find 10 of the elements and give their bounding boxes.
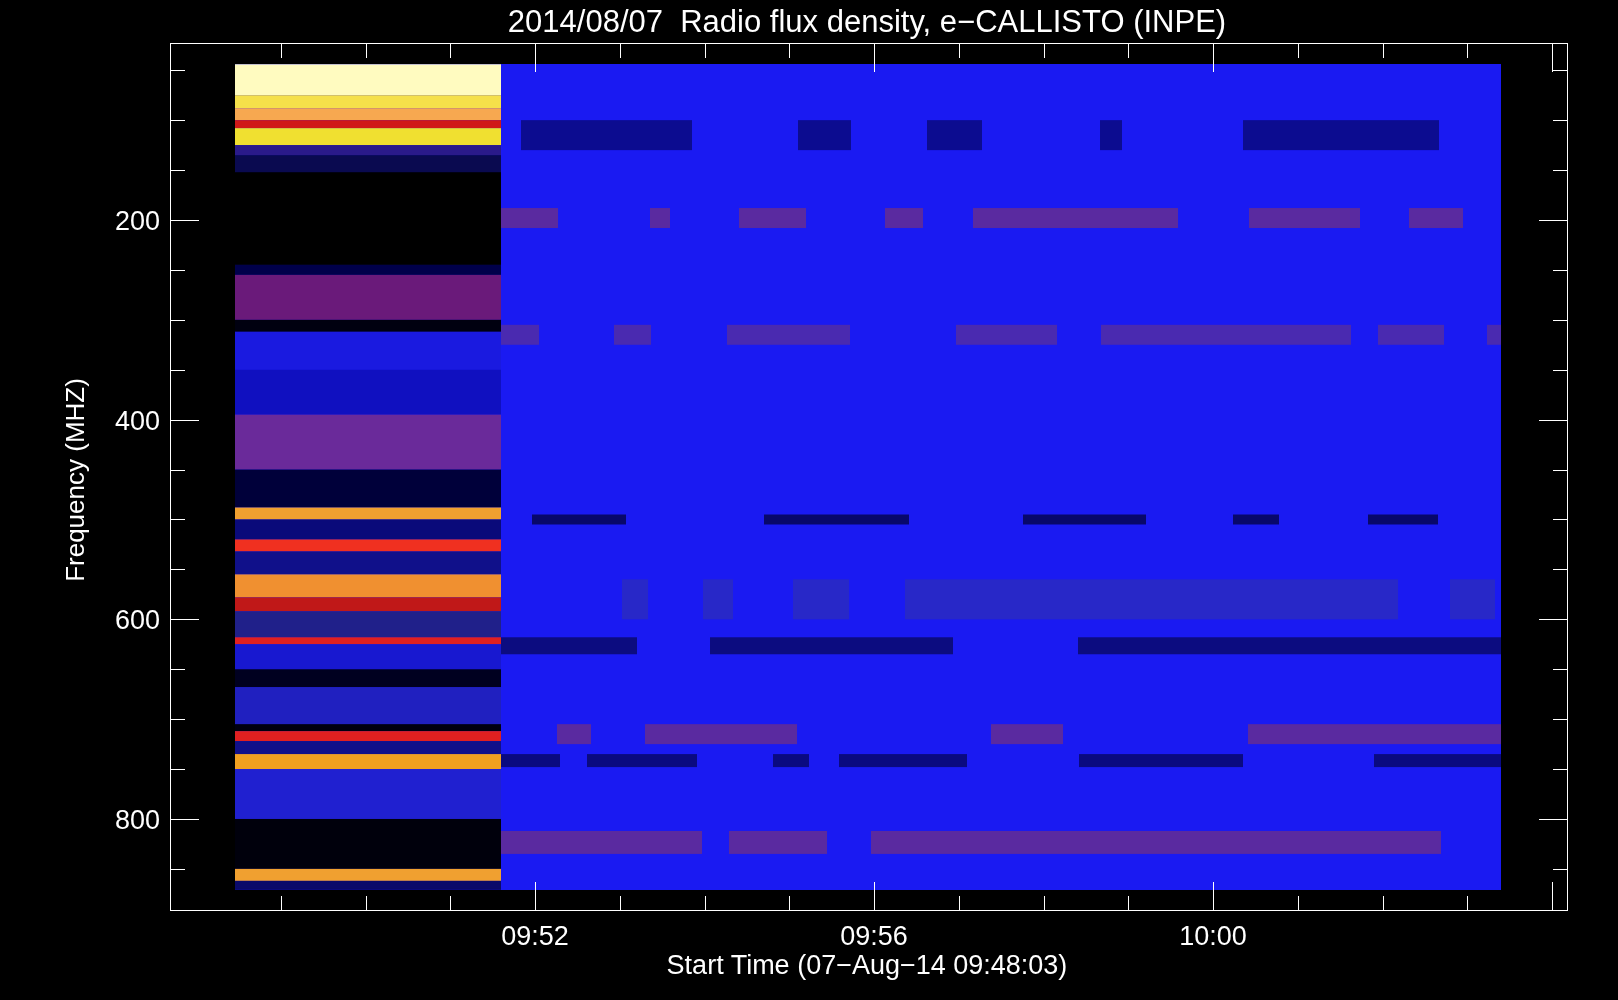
x-tick-label: 10:00 bbox=[1179, 921, 1247, 951]
x-axis-label: Start Time (07−Aug−14 09:48:03) bbox=[666, 950, 1068, 980]
y-tick-label: 400 bbox=[114, 405, 160, 436]
y-tick-label: 800 bbox=[114, 805, 160, 835]
y-axis-label: Frequency (MHZ) bbox=[60, 378, 90, 582]
chart-title: 2014/08/07 Radio flux density, e−CALLISTO (INPE) bbox=[507, 4, 1227, 39]
y-tick-label: 200 bbox=[114, 206, 160, 236]
x-tick-label: 09:56 bbox=[840, 921, 908, 951]
y-tick-label: 600 bbox=[114, 605, 160, 636]
x-tick-label: 09:52 bbox=[501, 921, 569, 951]
